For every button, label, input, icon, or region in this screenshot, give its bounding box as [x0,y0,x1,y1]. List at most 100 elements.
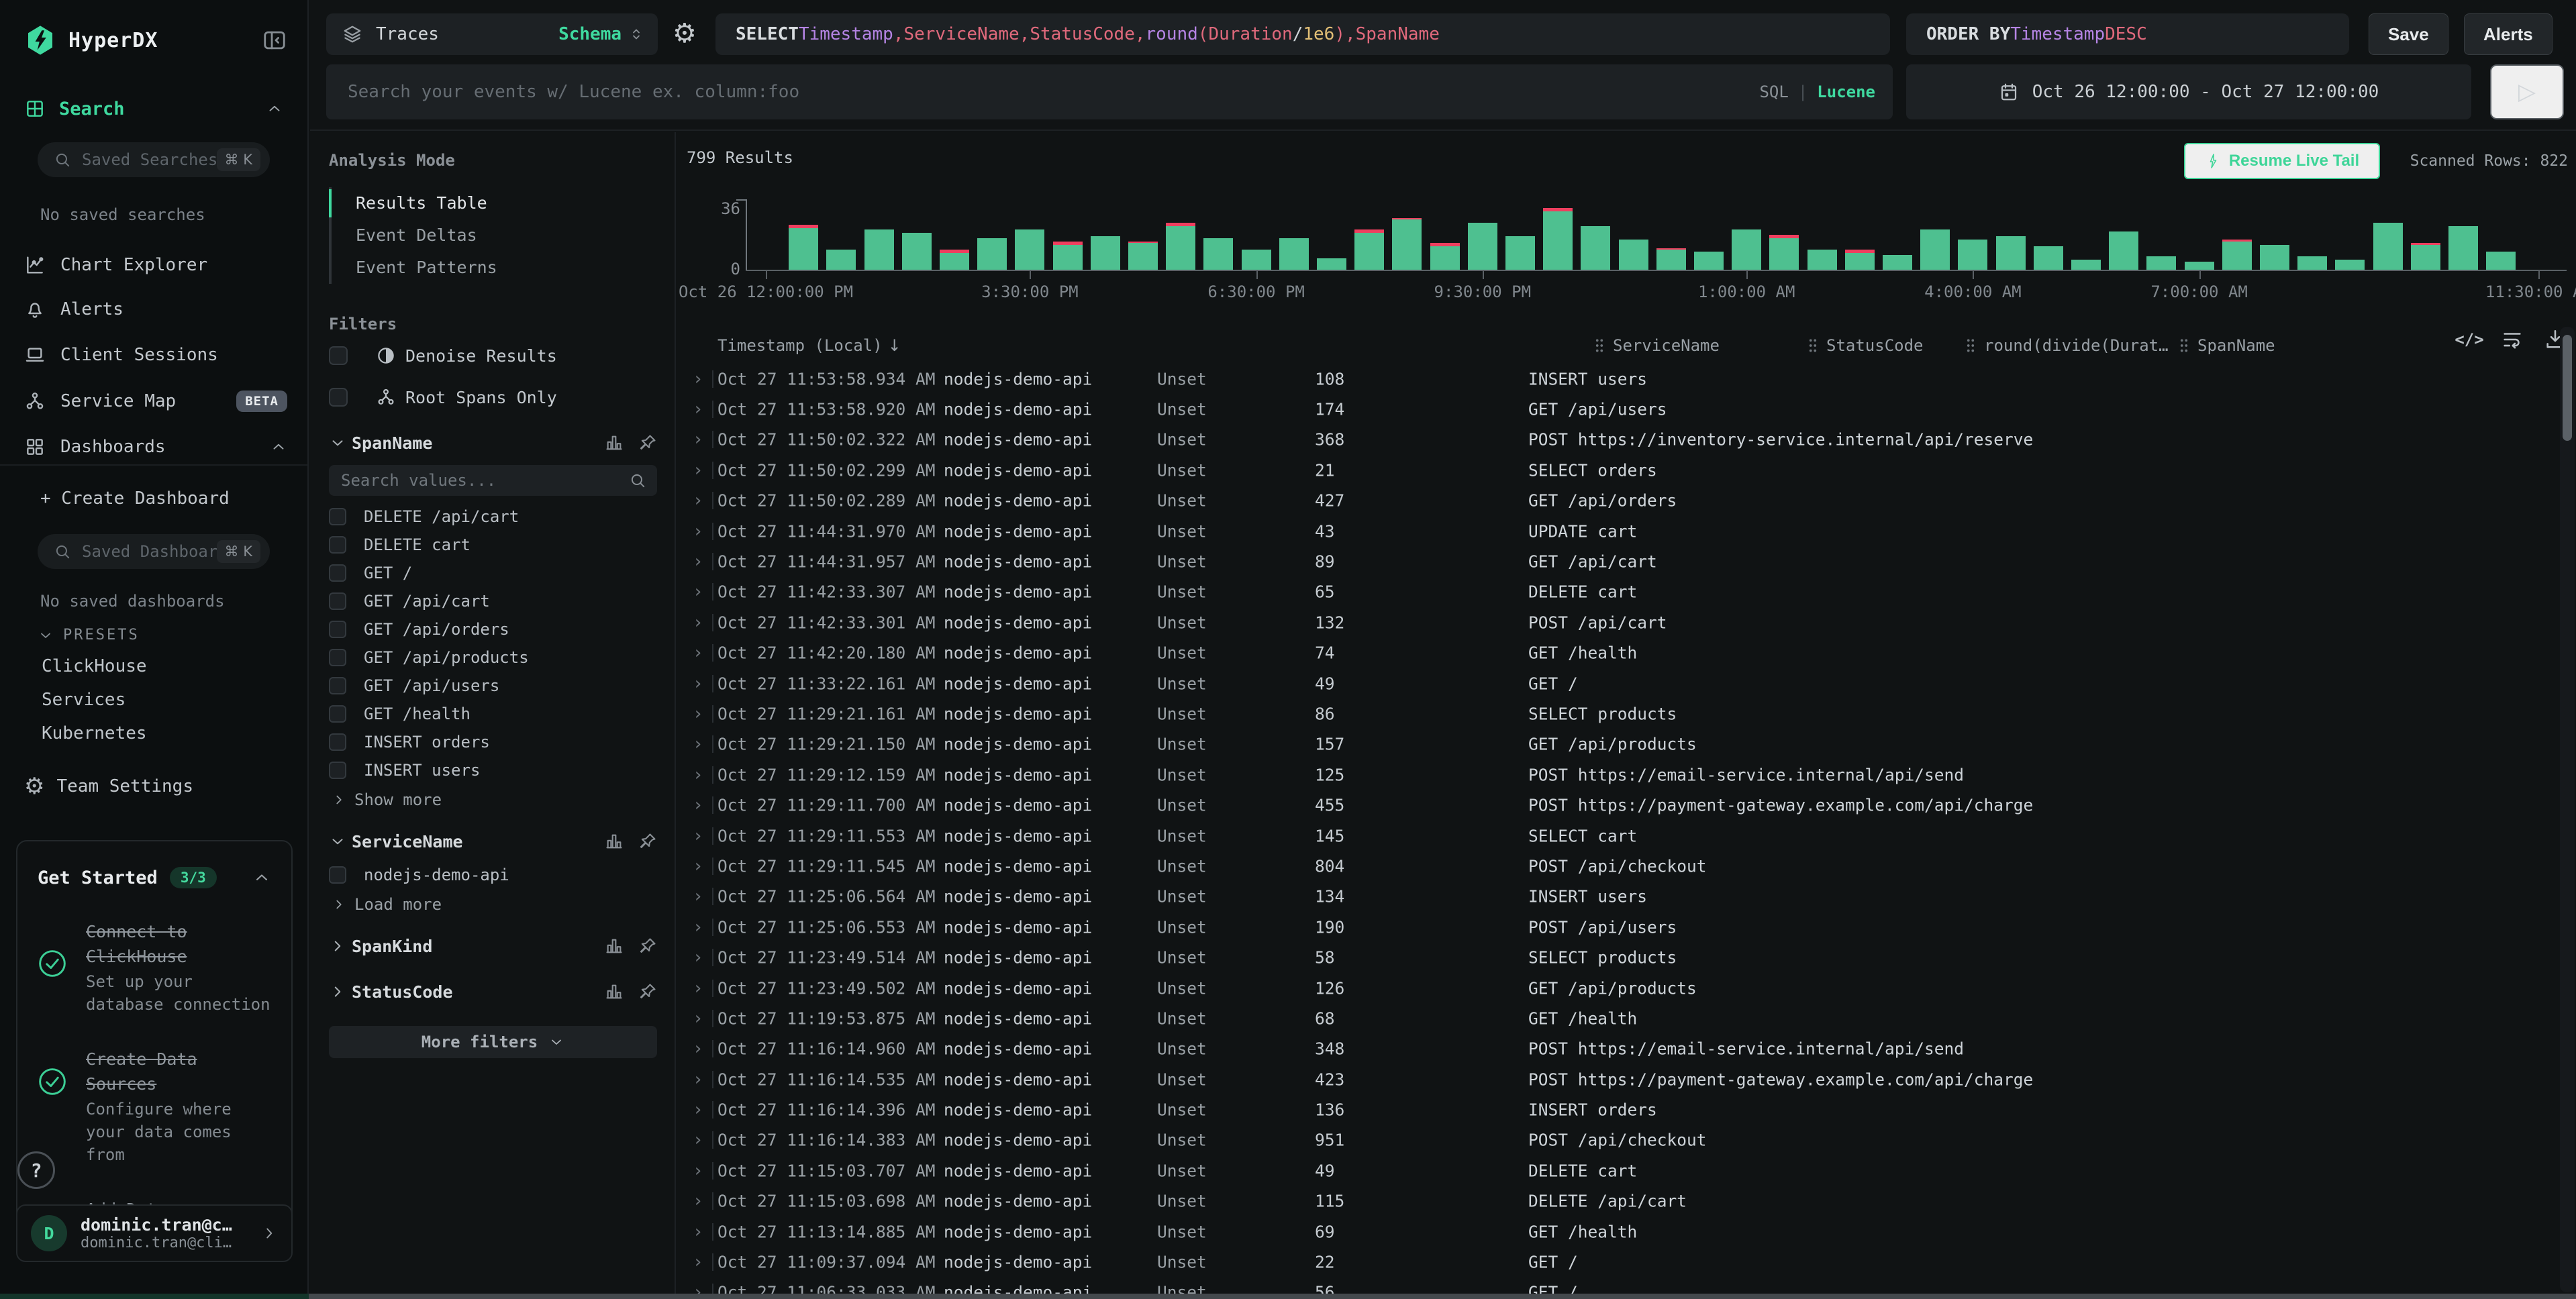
checkbox[interactable] [329,564,346,582]
histogram-bar[interactable] [1619,240,1648,270]
histogram-bar[interactable] [940,250,969,270]
table-row[interactable]: ›Oct 27 11:16:14.960 AMnodejs-demo-apiUn… [676,1034,2556,1064]
preset-clickhouse[interactable]: ClickHouse [42,656,147,676]
filter-value-option[interactable]: GET /api/orders [329,615,657,643]
filter-toggle-sitemap[interactable]: Root Spans Only [329,378,657,417]
user-menu[interactable]: D dominic.tran@c… dominic.tran@cli… [16,1204,293,1262]
filter-group-servicename[interactable]: ServiceName [329,822,657,861]
table-row[interactable]: ›Oct 27 11:16:14.383 AMnodejs-demo-apiUn… [676,1125,2556,1155]
histogram-bar[interactable] [2146,256,2176,270]
table-row[interactable]: ›Oct 27 11:44:31.957 AMnodejs-demo-apiUn… [676,546,2556,576]
histogram-bar[interactable] [1279,238,1309,270]
checkbox[interactable] [329,621,346,638]
histogram-bar[interactable] [1128,242,1158,270]
table-row[interactable]: ›Oct 27 11:42:20.180 AMnodejs-demo-apiUn… [676,638,2556,668]
sidebar-item-team-settings[interactable]: ⚙ Team Settings [24,769,287,804]
histogram-bar[interactable] [2486,252,2516,270]
alerts-button[interactable]: Alerts [2464,13,2553,55]
histogram-bar[interactable] [1732,229,1761,270]
event-search-bar[interactable]: SQL | Lucene [326,64,1893,119]
histogram-bar[interactable] [1430,243,1460,270]
row-expand-icon[interactable]: › [693,978,703,998]
row-expand-icon[interactable]: › [693,886,703,906]
histogram-bar[interactable] [2260,245,2289,270]
analysis-mode-event-deltas[interactable]: Event Deltas [332,219,657,252]
drag-handle-icon[interactable] [1965,337,1976,354]
drag-handle-icon[interactable] [2179,337,2189,354]
preset-services[interactable]: Services [42,690,126,710]
mode-sql-toggle[interactable]: SQL [1759,83,1788,101]
filter-load-more[interactable]: Load more [329,889,657,920]
table-row[interactable]: ›Oct 27 11:25:06.564 AMnodejs-demo-apiUn… [676,882,2556,912]
drag-handle-icon[interactable] [1594,337,1605,354]
table-row[interactable]: ›Oct 27 11:29:11.545 AMnodejs-demo-apiUn… [676,851,2556,881]
histogram-bar[interactable] [1845,250,1875,270]
table-row[interactable]: ›Oct 27 11:42:33.307 AMnodejs-demo-apiUn… [676,577,2556,607]
column-header-statuscode[interactable]: StatusCode [1807,336,1924,355]
table-row[interactable]: ›Oct 27 11:42:33.301 AMnodejs-demo-apiUn… [676,607,2556,637]
row-expand-icon[interactable]: › [693,1252,703,1272]
checkbox[interactable] [329,677,346,694]
sql-select-editor[interactable]: SELECT Timestamp,ServiceName,StatusCode,… [715,13,1890,55]
row-expand-icon[interactable]: › [693,765,703,785]
histogram-bar[interactable] [1015,229,1044,270]
histogram-bar[interactable] [1543,208,1573,270]
checkbox[interactable] [329,536,346,554]
table-row[interactable]: ›Oct 27 11:29:21.161 AMnodejs-demo-apiUn… [676,698,2556,729]
table-row[interactable]: ›Oct 27 11:50:02.299 AMnodejs-demo-apiUn… [676,455,2556,485]
table-row[interactable]: ›Oct 27 11:16:14.396 AMnodejs-demo-apiUn… [676,1094,2556,1125]
table-row[interactable]: ›Oct 27 11:15:03.698 AMnodejs-demo-apiUn… [676,1186,2556,1216]
analysis-mode-results-table[interactable]: Results Table [332,187,657,219]
row-expand-icon[interactable]: › [693,460,703,480]
saved-dashboards-input[interactable] [82,542,217,561]
filter-values-input[interactable] [341,471,629,490]
filter-group-spankind[interactable]: SpanKind [329,927,657,966]
filter-value-option[interactable]: DELETE cart [329,531,657,559]
histogram-bar[interactable] [1392,218,1422,270]
row-expand-icon[interactable]: › [693,643,703,663]
table-row[interactable]: ›Oct 27 11:29:11.553 AMnodejs-demo-apiUn… [676,821,2556,851]
row-expand-icon[interactable]: › [693,1039,703,1059]
table-row[interactable]: ›Oct 27 11:33:22.161 AMnodejs-demo-apiUn… [676,668,2556,698]
group-chart-icon[interactable] [605,832,624,851]
column-header-timestamp[interactable]: Timestamp (Local)↓ [717,336,901,355]
events-histogram[interactable] [676,198,2576,270]
histogram-bar[interactable] [1694,252,1724,270]
histogram-bar[interactable] [1203,238,1233,270]
row-expand-icon[interactable]: › [693,582,703,602]
row-expand-icon[interactable]: › [693,490,703,511]
histogram-bar[interactable] [2185,262,2214,270]
sidebar-item-dashboards[interactable]: Dashboards [24,429,287,464]
checkbox[interactable] [329,705,346,723]
row-expand-icon[interactable]: › [693,947,703,968]
checkbox[interactable] [329,346,348,365]
histogram-bar[interactable] [2411,243,2440,270]
mode-lucene-toggle[interactable]: Lucene [1817,83,1875,101]
filter-value-option[interactable]: INSERT orders [329,728,657,756]
column-header-duration[interactable]: round(divide(Durat… [1965,336,2169,355]
vertical-scrollbar[interactable] [2560,327,2575,1292]
table-row[interactable]: ›Oct 27 11:53:58.934 AMnodejs-demo-apiUn… [676,364,2556,394]
histogram-bar[interactable] [1317,258,1346,270]
saved-searches-input[interactable] [82,150,217,169]
row-expand-icon[interactable]: › [693,734,703,754]
hyperdx-logo-icon[interactable] [24,24,56,56]
row-expand-icon[interactable]: › [693,521,703,541]
histogram-bar[interactable] [1920,229,1950,270]
row-expand-icon[interactable]: › [693,674,703,694]
histogram-bar[interactable] [1242,250,1271,270]
table-row[interactable]: ›Oct 27 11:29:12.159 AMnodejs-demo-apiUn… [676,760,2556,790]
histogram-bar[interactable] [2335,260,2365,270]
order-by-editor[interactable]: ORDER BY Timestamp DESC [1906,13,2349,55]
group-pin-icon[interactable] [638,433,657,452]
preset-kubernetes[interactable]: Kubernetes [42,723,147,743]
histogram-bar[interactable] [1468,223,1497,270]
resume-live-tail-button[interactable]: Resume Live Tail [2184,143,2380,179]
table-row[interactable]: ›Oct 27 11:15:03.707 AMnodejs-demo-apiUn… [676,1155,2556,1186]
histogram-bar[interactable] [2222,240,2252,270]
histogram-bar[interactable] [1769,235,1799,270]
histogram-bar[interactable] [864,229,894,270]
histogram-bar[interactable] [1958,240,1987,270]
row-expand-icon[interactable]: › [693,917,703,937]
saved-searches-search[interactable]: ⌘ K [38,142,270,177]
